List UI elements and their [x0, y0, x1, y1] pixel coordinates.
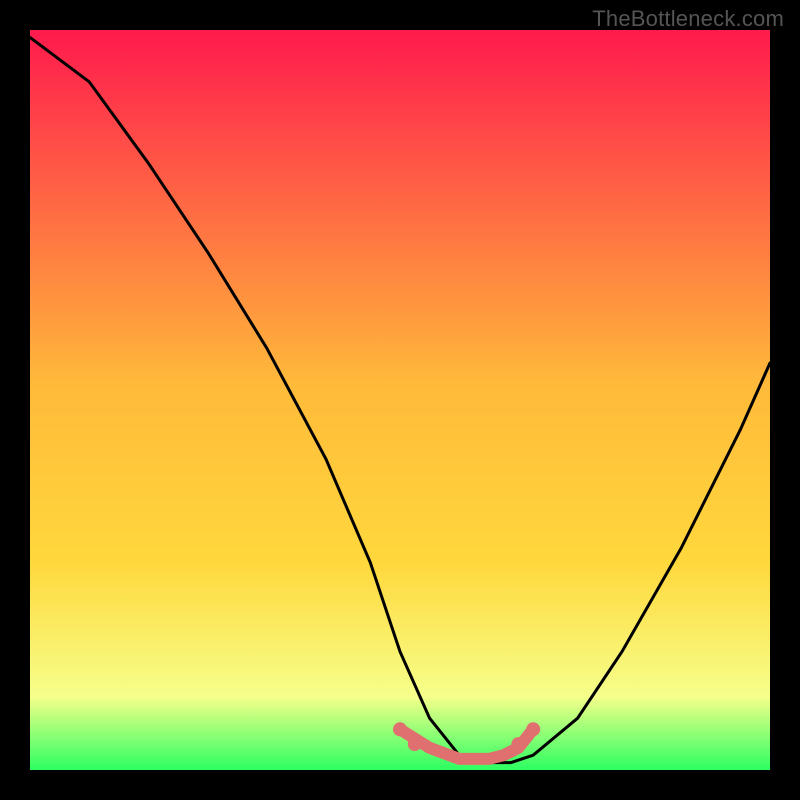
gradient-background	[30, 30, 770, 770]
accent-dot	[393, 722, 407, 736]
chart-frame: TheBottleneck.com	[0, 0, 800, 800]
watermark-text: TheBottleneck.com	[592, 6, 784, 32]
accent-dot	[408, 737, 422, 751]
bottleneck-plot	[30, 30, 770, 770]
plot-svg	[30, 30, 770, 770]
accent-dot	[511, 737, 525, 751]
accent-dot	[526, 722, 540, 736]
